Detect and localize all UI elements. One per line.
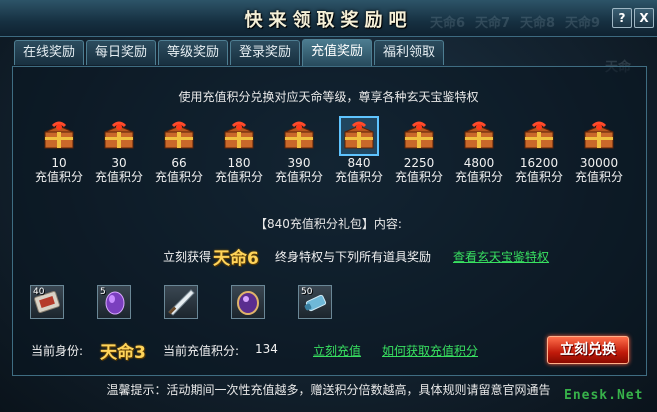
- title-bar[interactable]: 天命6 天命7 天命8 天命9 天命 快来领取奖励吧 ? X: [0, 0, 657, 75]
- item-slot-scroll[interactable]: 50: [298, 285, 332, 319]
- tier-unit: 充值积分: [454, 170, 503, 184]
- tier-6[interactable]: 2250 充值积分: [389, 118, 449, 185]
- header-text: 使用充值积分兑换对应天命等级，尊享各种玄天宝鉴特权: [178, 90, 479, 104]
- tier-value: 4800: [463, 156, 495, 170]
- tier-unit: 充值积分: [154, 170, 203, 184]
- treasure-chest-icon: [104, 121, 134, 149]
- tier-7[interactable]: 4800 充值积分: [449, 118, 509, 185]
- tier-value: 10: [51, 156, 67, 170]
- item-count: 40: [33, 287, 45, 297]
- tier-3[interactable]: 180 充值积分: [209, 118, 269, 185]
- item-count: 5: [100, 287, 106, 297]
- current-rank: 天命3: [100, 343, 146, 363]
- tier-value: 2250: [403, 156, 435, 170]
- tier-value: 66: [171, 156, 187, 170]
- pack-title: 【840充值积分礼包】内容:: [255, 217, 402, 231]
- chest-slot[interactable]: [339, 116, 379, 156]
- reward-row: 立刻获得 天命6 终身特权与下列所有道具奖励 查看玄天宝鉴特权: [0, 244, 657, 269]
- tab-level-reward[interactable]: 等级奖励: [158, 40, 228, 65]
- tier-unit: 充值积分: [574, 170, 623, 184]
- gain-label: 立刻获得: [163, 250, 212, 264]
- tier-value: 30: [111, 156, 127, 170]
- chest-slot[interactable]: [461, 118, 497, 154]
- chest-slot[interactable]: [401, 118, 437, 154]
- tab-login-reward[interactable]: 登录奖励: [230, 40, 300, 65]
- chest-slot[interactable]: [281, 118, 317, 154]
- tip-text: 温馨提示：活动期间一次性充值越多，赠送积分倍数越高，具体规则请留意官网通告: [106, 383, 551, 397]
- item-slot-purple-gem[interactable]: [231, 285, 265, 319]
- recharge-link[interactable]: 立刻充值: [313, 342, 361, 359]
- reward-window: 天命6 天命7 天命8 天命9 天命 快来领取奖励吧 ? X 在线奖励 每日奖励…: [0, 0, 657, 412]
- tab-online-reward[interactable]: 在线奖励: [14, 40, 84, 65]
- redeem-button[interactable]: 立刻兑换: [547, 336, 629, 364]
- tab-welfare[interactable]: 福利领取: [374, 40, 444, 65]
- chest-slot[interactable]: [521, 118, 557, 154]
- points-label: 当前充值积分:: [163, 344, 240, 358]
- tab-recharge-reward[interactable]: 充值奖励: [302, 39, 372, 66]
- tier-value: 16200: [519, 156, 559, 170]
- chest-slot[interactable]: [41, 118, 77, 154]
- treasure-chest-icon: [404, 121, 434, 149]
- tier-unit: 充值积分: [334, 170, 383, 184]
- chest-slot[interactable]: [581, 118, 617, 154]
- tier-4[interactable]: 390 充值积分: [269, 118, 329, 185]
- purple-gem-icon: [237, 291, 259, 315]
- treasure-chest-icon: [464, 121, 494, 149]
- tier-unit: 充值积分: [214, 170, 263, 184]
- help-button[interactable]: ?: [612, 8, 632, 28]
- item-slot-blade[interactable]: [164, 285, 198, 319]
- tier-value: 840: [347, 156, 371, 170]
- tier-unit: 充值积分: [514, 170, 563, 184]
- tier-value: 390: [287, 156, 311, 170]
- item-slot-ticket[interactable]: 40: [30, 285, 64, 319]
- tier-value: 30000: [579, 156, 619, 170]
- blade-icon: [168, 289, 195, 316]
- chest-slot[interactable]: [161, 118, 197, 154]
- points-value: 134: [255, 342, 278, 356]
- tier-unit: 充值积分: [394, 170, 443, 184]
- tier-unit: 充值积分: [94, 170, 143, 184]
- treasure-chest-icon: [164, 121, 194, 149]
- tier-9[interactable]: 30000 充值积分: [569, 118, 629, 185]
- tier-1[interactable]: 30 充值积分: [89, 118, 149, 185]
- treasure-chest-icon: [224, 121, 254, 149]
- tier-value: 180: [227, 156, 251, 170]
- tier-2[interactable]: 66 充值积分: [149, 118, 209, 185]
- identity-label: 当前身份:: [31, 344, 84, 358]
- treasure-chest-icon: [524, 121, 554, 149]
- treasure-chest-icon: [284, 121, 314, 149]
- tier-unit: 充值积分: [34, 170, 83, 184]
- treasure-chest-icon: [344, 121, 374, 149]
- gain-rank: 天命6: [213, 249, 259, 269]
- tab-daily-reward[interactable]: 每日奖励: [86, 40, 156, 65]
- howto-points-link[interactable]: 如何获取充值积分: [382, 342, 478, 359]
- item-count: 50: [301, 287, 313, 297]
- window-title: 快来领取奖励吧: [244, 10, 413, 31]
- tier-0[interactable]: 10 充值积分: [29, 118, 89, 185]
- watermark: Enesk.Net: [564, 388, 644, 403]
- view-privilege-link[interactable]: 查看玄天宝鉴特权: [453, 248, 549, 265]
- treasure-chest-icon: [584, 121, 614, 149]
- close-button[interactable]: X: [634, 8, 654, 28]
- tier-5[interactable]: 840 充值积分: [329, 116, 389, 185]
- chest-slot[interactable]: [221, 118, 257, 154]
- chest-slot[interactable]: [101, 118, 137, 154]
- tier-unit: 充值积分: [274, 170, 323, 184]
- tier-8[interactable]: 16200 充值积分: [509, 118, 569, 185]
- treasure-chest-icon: [44, 121, 74, 149]
- gain-description: 终身特权与下列所有道具奖励: [275, 250, 432, 264]
- item-slot-purple-egg[interactable]: 5: [97, 285, 131, 319]
